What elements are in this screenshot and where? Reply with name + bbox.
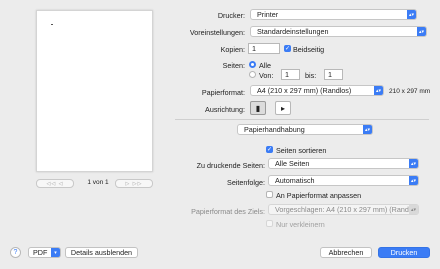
help-icon: ? (13, 249, 18, 256)
printer-value: Printer (257, 10, 279, 19)
scale-down-only-checkbox[interactable] (266, 220, 273, 227)
scale-to-fit-checkbox[interactable] (266, 191, 273, 198)
pages-from-label: Von: (259, 71, 274, 80)
page-preview (36, 10, 153, 172)
preview-next-button[interactable]: ▷ ▷▷ (115, 179, 153, 188)
chevron-updown-icon: ▴▾ (363, 125, 372, 134)
section-value: Papierhandhabung (244, 125, 305, 134)
scale-to-fit-label: An Papierformat anpassen (276, 191, 362, 200)
print-button[interactable]: Drucken (378, 247, 430, 258)
printer-select[interactable]: Printer ▴▾ (250, 9, 417, 20)
scale-down-only-label: Nur verkleinern (276, 220, 325, 229)
pages-all-label: Alle (259, 61, 271, 70)
printer-label: Drucker: (217, 11, 245, 20)
pages-range-radio[interactable] (249, 71, 256, 78)
duplex-label: Beidseitig (293, 45, 325, 54)
page-order-label: Seitenfolge: (227, 178, 265, 187)
presets-label: Voreinstellungen: (189, 28, 245, 37)
copies-label: Kopien: (220, 45, 245, 54)
preview-content-mark (51, 24, 53, 25)
pages-all-radio[interactable] (249, 61, 256, 68)
pages-to-label: bis: (305, 71, 317, 80)
page-indicator: 1 von 1 (87, 179, 109, 186)
section-divider (175, 119, 429, 120)
pdf-menu-button[interactable]: PDF ▾ (28, 247, 61, 258)
presets-value: Standardeinstellungen (257, 27, 329, 36)
pages-to-print-value: Alle Seiten (275, 159, 310, 168)
chevron-down-icon: ▾ (51, 248, 60, 257)
dest-paper-select[interactable]: Vorgeschlagen: A4 (210 x 297 mm) (Rand..… (268, 204, 419, 215)
chevron-updown-icon: ▴▾ (407, 10, 416, 19)
copies-input[interactable]: 1 (248, 43, 280, 54)
paper-size-select[interactable]: A4 (210 x 297 mm) (Randlos) ▴▾ (250, 85, 384, 96)
presets-select[interactable]: Standardeinstellungen ▴▾ (250, 26, 427, 37)
chevron-updown-icon: ▴▾ (409, 176, 418, 185)
page-order-value: Automatisch (275, 176, 315, 185)
page-order-select[interactable]: Automatisch ▴▾ (268, 175, 419, 186)
chevron-updown-icon: ▴▾ (409, 205, 418, 214)
help-button[interactable]: ? (10, 247, 21, 258)
portrait-icon: ▮ (255, 103, 261, 113)
hide-details-button[interactable]: Details ausblenden (65, 247, 138, 258)
pages-from-input[interactable]: 1 (281, 69, 300, 80)
chevron-updown-icon: ▴▾ (374, 86, 383, 95)
pages-label: Seiten: (222, 61, 245, 70)
chevron-updown-icon: ▴▾ (417, 27, 426, 36)
pages-to-print-label: Zu druckende Seiten: (196, 161, 265, 170)
cancel-button[interactable]: Abbrechen (320, 247, 372, 258)
paper-size-label: Papierformat: (201, 88, 245, 97)
paper-size-value: A4 (210 x 297 mm) (Randlos) (257, 86, 352, 95)
duplex-checkbox[interactable]: ✓ (284, 45, 291, 52)
chevron-updown-icon: ▴▾ (409, 159, 418, 168)
dest-paper-label: Papierformat des Ziels: (191, 207, 265, 216)
preview-prev-button[interactable]: ◁◁ ◁ (36, 179, 74, 188)
pages-to-print-select[interactable]: Alle Seiten ▴▾ (268, 158, 419, 169)
paper-dims: 210 x 297 mm (389, 88, 431, 95)
section-select[interactable]: Papierhandhabung ▴▾ (237, 124, 373, 135)
dest-paper-value: Vorgeschlagen: A4 (210 x 297 mm) (Rand..… (275, 205, 415, 214)
pdf-label: PDF (33, 248, 48, 257)
collate-label: Seiten sortieren (276, 146, 327, 155)
pages-to-input[interactable]: 1 (324, 69, 343, 80)
landscape-orientation-button[interactable]: ▸ (275, 101, 291, 115)
portrait-orientation-button[interactable]: ▮ (250, 101, 266, 115)
orientation-label: Ausrichtung: (205, 105, 245, 114)
landscape-icon: ▸ (280, 103, 285, 113)
collate-checkbox[interactable]: ✓ (266, 146, 273, 153)
